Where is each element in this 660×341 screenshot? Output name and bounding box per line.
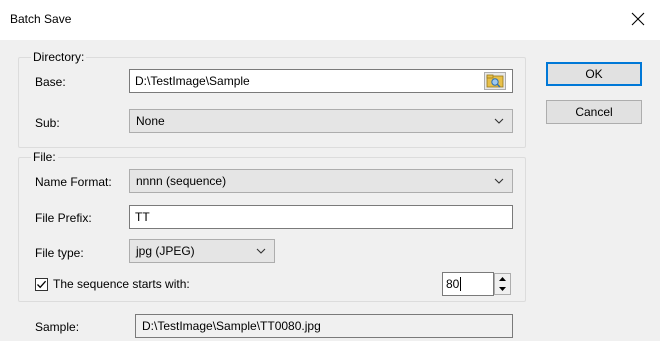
- sample-path-field: D:\TestImage\Sample\TT0080.jpg: [135, 314, 513, 338]
- ok-button[interactable]: OK: [546, 62, 642, 86]
- close-button[interactable]: [624, 8, 652, 32]
- sub-dropdown[interactable]: None: [129, 109, 513, 133]
- spin-up-button[interactable]: [495, 274, 510, 284]
- browse-button[interactable]: [484, 72, 506, 90]
- directory-group-title: Directory:: [31, 50, 87, 64]
- sequence-checkbox-label[interactable]: The sequence starts with:: [53, 277, 190, 291]
- ok-button-label: OK: [585, 67, 603, 81]
- file-prefix-label: File Prefix:: [35, 211, 92, 225]
- file-type-label: File type:: [35, 246, 84, 260]
- cancel-button-label: Cancel: [575, 105, 613, 119]
- checkmark-icon: [37, 280, 47, 289]
- sample-label: Sample:: [35, 320, 80, 334]
- cancel-button[interactable]: Cancel: [546, 100, 642, 124]
- dialog-body: Directory: Base: D:\TestImage\Sample Sub…: [0, 40, 660, 341]
- text-caret: [460, 277, 462, 291]
- name-format-label: Name Format:: [35, 175, 112, 189]
- chevron-down-icon: [256, 248, 266, 254]
- file-type-dropdown[interactable]: jpg (JPEG): [129, 239, 275, 263]
- window-title: Batch Save: [10, 12, 72, 26]
- name-format-dropdown[interactable]: nnnn (sequence): [129, 169, 513, 193]
- spin-up-icon: [499, 277, 506, 281]
- file-prefix-input[interactable]: TT: [129, 205, 513, 229]
- base-path-field[interactable]: D:\TestImage\Sample: [129, 69, 513, 93]
- sub-label: Sub:: [35, 116, 60, 130]
- base-path-value: D:\TestImage\Sample: [135, 74, 250, 88]
- name-format-value: nnnn (sequence): [136, 174, 227, 188]
- file-type-value: jpg (JPEG): [136, 244, 195, 258]
- sequence-start-value: 80: [446, 277, 460, 291]
- chevron-down-icon: [494, 118, 504, 124]
- spin-down-button[interactable]: [495, 284, 510, 294]
- base-label: Base:: [35, 75, 66, 89]
- spin-down-icon: [499, 287, 506, 291]
- folder-browse-icon: [486, 74, 504, 88]
- sequence-spinner[interactable]: [494, 273, 511, 295]
- sequence-start-input[interactable]: 80: [442, 272, 494, 296]
- title-bar: Batch Save: [0, 0, 660, 40]
- file-group-title: File:: [31, 150, 58, 164]
- sub-value: None: [136, 114, 165, 128]
- file-prefix-value: TT: [135, 210, 150, 224]
- sequence-checkbox[interactable]: [35, 278, 48, 291]
- chevron-down-icon: [494, 178, 504, 184]
- close-icon: [631, 12, 645, 26]
- sample-path-value: D:\TestImage\Sample\TT0080.jpg: [142, 319, 321, 333]
